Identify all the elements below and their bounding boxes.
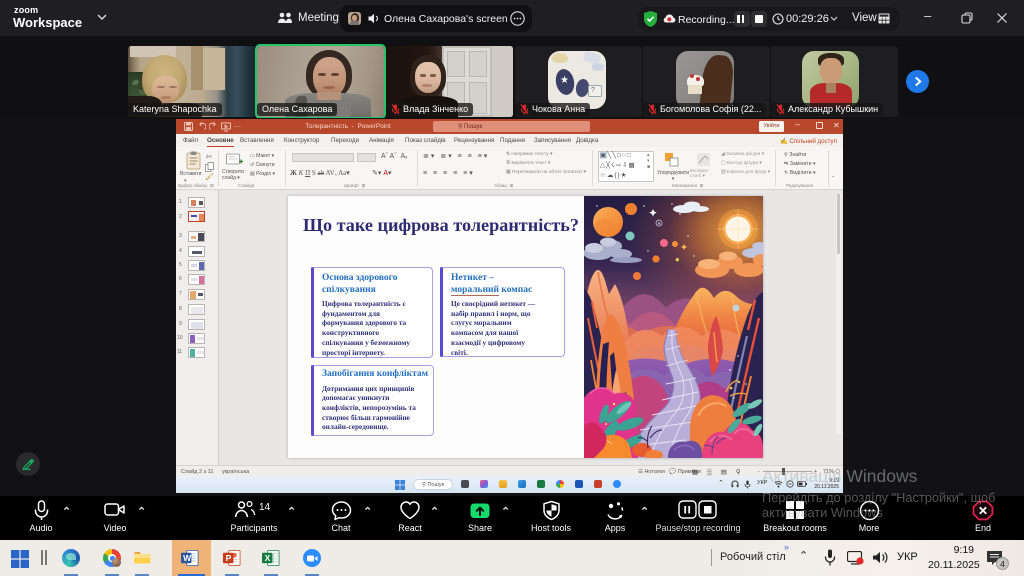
svg-text:X: X <box>265 553 271 563</box>
svg-text:14: 14 <box>259 502 271 513</box>
svg-text:W: W <box>183 553 192 563</box>
svg-text:P: P <box>226 553 232 563</box>
